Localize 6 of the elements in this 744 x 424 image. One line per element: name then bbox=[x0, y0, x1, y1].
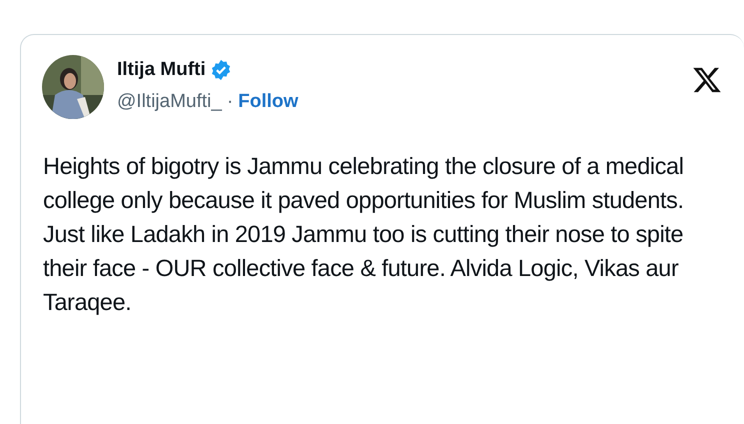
tweet-text: Heights of bigotry is Jammu celebrating the closure of a medical college only because it paved opportunities for Muslim students. Just like Ladakh in 2019 Jammu too is cutting their nose to spite their face - OUR collective face & future. Alvida Logic, Vikas aur Taraqee. bbox=[43, 152, 685, 317]
author-handle: @IltijaMufti_ bbox=[117, 91, 222, 113]
separator-dot: · bbox=[226, 91, 234, 113]
author-name: Iltija Mufti bbox=[117, 59, 206, 81]
x-logo-icon[interactable] bbox=[692, 65, 722, 95]
follow-link[interactable]: Follow bbox=[238, 91, 298, 113]
